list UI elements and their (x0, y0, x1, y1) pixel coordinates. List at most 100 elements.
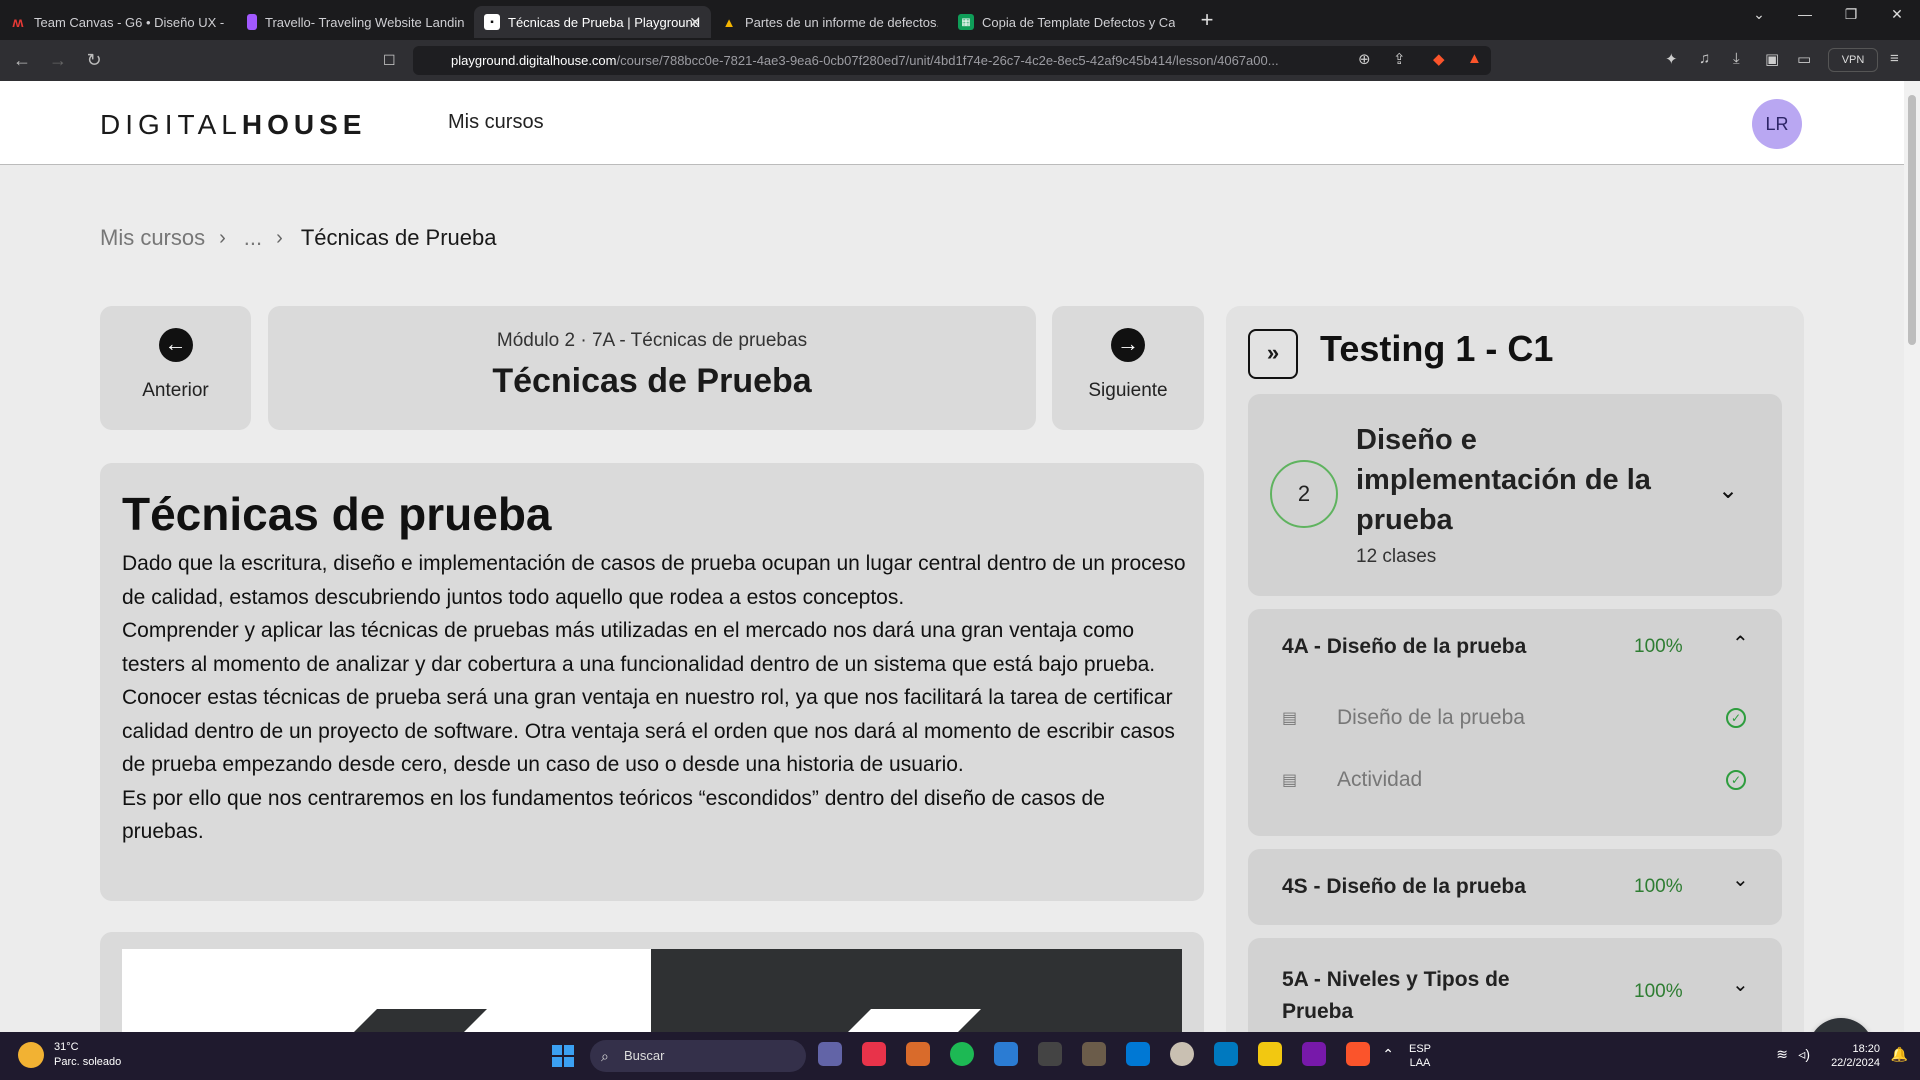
tab-label: Travello- Traveling Website Landing (265, 14, 464, 30)
reload-icon[interactable]: ↻ (80, 50, 108, 71)
bookmark-icon[interactable]: ☐ (383, 52, 396, 69)
taskbar-search[interactable]: ⌕ Buscar (590, 1040, 806, 1072)
lesson-item[interactable]: ▤ Diseño de la prueba ✓ (1282, 700, 1752, 740)
section-title[interactable]: 4A - Diseño de la prueba (1282, 635, 1526, 659)
back-icon[interactable]: ← (8, 50, 36, 71)
chevron-up-icon[interactable]: ⌃ (1732, 631, 1749, 656)
close-icon[interactable]: ✕ (689, 14, 701, 31)
sidebar-toggle-icon[interactable]: ▣ (1765, 50, 1779, 68)
brave-icon[interactable] (1346, 1042, 1370, 1066)
file-explorer-icon[interactable] (1258, 1042, 1282, 1066)
close-window-icon[interactable]: ✕ (1874, 0, 1920, 32)
taskbar-apps (818, 1042, 1390, 1066)
next-button[interactable]: → Siguiente (1052, 306, 1204, 430)
site-header: DIGITALHOUSE Mis cursos LR (0, 81, 1904, 165)
chevron-down-icon[interactable]: ⌄ (1732, 867, 1749, 892)
brave-shields-icon[interactable]: ◆ (1433, 50, 1445, 68)
previous-button[interactable]: ← Anterior (100, 306, 251, 430)
browser-tab[interactable]: ▲ Partes de un informe de defectos.pd (711, 6, 948, 38)
cube-illustration (354, 1009, 488, 1032)
app-icon[interactable] (1170, 1042, 1194, 1066)
spotify-icon[interactable] (950, 1042, 974, 1066)
onenote-icon[interactable] (1302, 1042, 1326, 1066)
clock-time: 18:20 (1852, 1043, 1880, 1055)
cpu-z-icon[interactable] (1038, 1042, 1062, 1066)
address-bar[interactable]: playground.digitalhouse.com/course/788bc… (413, 46, 1491, 75)
browser-toolbar: ← → ↻ ☐ playground.digitalhouse.com/cour… (0, 40, 1920, 81)
miro-icon: ʍ (12, 14, 24, 30)
section-card[interactable]: 5A - Niveles y Tipos de Prueba 100% ⌄ (1248, 938, 1782, 1032)
clock[interactable]: 18:20 22/2/2024 (1800, 1042, 1880, 1070)
google-sheets-icon: ▦ (958, 14, 974, 30)
extensions-icon[interactable]: ✦ (1665, 50, 1678, 68)
section-progress: 100% (1634, 981, 1683, 1002)
browser-tab[interactable]: ʍ Team Canvas - G6 • Diseño UX - Digi (0, 6, 237, 38)
section-card: 4A - Diseño de la prueba 100% ⌃ ▤ Diseño… (1248, 609, 1782, 836)
app-icon[interactable] (906, 1042, 930, 1066)
logo-light-text: DIGITAL (100, 109, 242, 140)
app-icon[interactable] (1082, 1042, 1106, 1066)
illustration-left-panel (122, 949, 651, 1032)
download-icon[interactable]: ⤓ (1733, 50, 1740, 67)
vpn-button[interactable]: VPN (1828, 48, 1878, 72)
chevron-up-icon[interactable]: ⌃ (1382, 1046, 1394, 1063)
notification-icon[interactable]: 🔔 (1891, 1046, 1908, 1063)
zoom-icon[interactable]: ⊕ (1358, 50, 1371, 68)
next-label: Siguiente (1088, 380, 1168, 401)
breadcrumb-item[interactable]: ... (244, 225, 262, 251)
wallet-icon[interactable]: ▭ (1797, 50, 1811, 68)
browser-tab-active[interactable]: ▪ Técnicas de Prueba | Playground ✕ (474, 6, 711, 38)
section-progress: 100% (1634, 876, 1683, 897)
lesson-heading: Técnicas de prueba (122, 488, 552, 540)
media-icon[interactable]: ♫ (1699, 50, 1710, 67)
brave-rewards-icon[interactable]: ▲ (1467, 50, 1482, 67)
menu-icon[interactable]: ≡ (1890, 50, 1899, 67)
browser-tab[interactable]: Travello- Traveling Website Landing (237, 6, 474, 38)
unit-card[interactable]: 2 Diseño e implementación de la prueba 1… (1248, 394, 1782, 596)
breadcrumb-item[interactable]: Mis cursos (100, 225, 205, 251)
avatar[interactable]: LR (1752, 99, 1802, 149)
windows-start-icon[interactable] (552, 1045, 574, 1067)
minimize-icon[interactable]: — (1782, 0, 1828, 32)
new-tab-button[interactable]: + (1193, 7, 1221, 33)
lesson-label: Diseño de la prueba (1337, 706, 1525, 729)
forward-icon[interactable]: → (44, 50, 72, 71)
lang-top: ESP (1408, 1043, 1431, 1055)
chevron-down-icon[interactable]: ⌄ (1718, 476, 1738, 505)
weather-widget[interactable]: 31°C Parc. soleado (18, 1040, 121, 1070)
previous-label: Anterior (142, 380, 209, 401)
share-icon[interactable]: ⇪ (1393, 50, 1406, 68)
teams-icon[interactable] (818, 1042, 842, 1066)
chat-support-button[interactable] (1808, 1018, 1874, 1032)
document-icon: ▤ (1282, 710, 1298, 727)
store-icon[interactable] (994, 1042, 1018, 1066)
paragraph: Conocer estas técnicas de prueba será un… (122, 686, 1175, 776)
language-indicator[interactable]: ESP LAA (1400, 1042, 1440, 1070)
nav-my-courses[interactable]: Mis cursos (448, 111, 544, 134)
maximize-icon[interactable]: ❐ (1828, 0, 1874, 32)
tab-label: Copia de Template Defectos y Casos (982, 14, 1175, 30)
paragraph: Comprender y aplicar las técnicas de pru… (122, 619, 1156, 676)
expand-sidebar-button[interactable]: » (1248, 329, 1298, 379)
trello-icon[interactable] (1214, 1042, 1238, 1066)
cube-illustration (848, 1009, 982, 1032)
chevron-right-icon: › (276, 226, 283, 249)
logo-bold-text: HOUSE (241, 109, 367, 140)
paragraph: Es por ello que nos centraremos en los f… (122, 786, 1105, 844)
digitalhouse-logo[interactable]: DIGITALHOUSE (100, 109, 366, 141)
browser-tab[interactable]: ▦ Copia de Template Defectos y Casos (948, 6, 1185, 38)
lang-bottom: LAA (1409, 1057, 1431, 1069)
clock-date: 22/2/2024 (1831, 1057, 1880, 1069)
app-icon[interactable] (862, 1042, 886, 1066)
vscode-icon[interactable] (1126, 1042, 1150, 1066)
scrollbar-thumb[interactable] (1908, 95, 1916, 345)
tab-list-icon[interactable]: ⌄ (1736, 0, 1782, 32)
illustration-right-panel (651, 949, 1182, 1032)
chevron-down-icon[interactable]: ⌄ (1732, 972, 1749, 997)
section-card[interactable]: 4S - Diseño de la prueba 100% ⌄ (1248, 849, 1782, 925)
lesson-item[interactable]: ▤ Actividad ✓ (1282, 762, 1752, 802)
unit-title: Diseño e implementación de la prueba (1356, 424, 1651, 536)
wifi-icon[interactable]: ≋ (1776, 1046, 1788, 1063)
playground-icon: ▪ (484, 14, 500, 30)
page-scrollbar[interactable] (1904, 81, 1920, 1032)
